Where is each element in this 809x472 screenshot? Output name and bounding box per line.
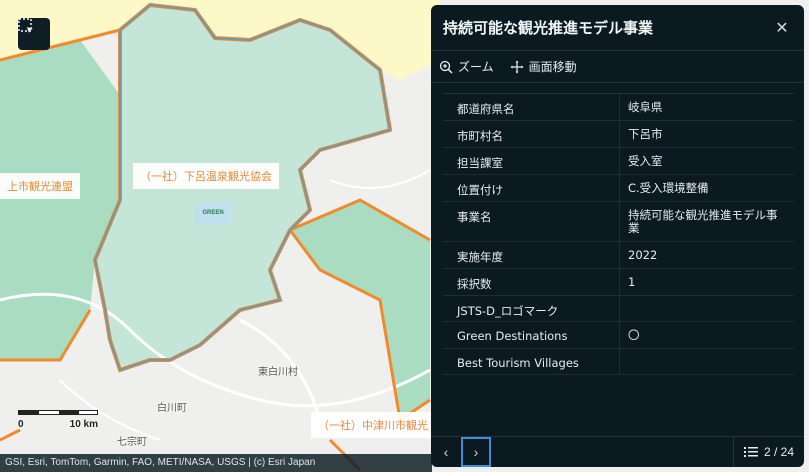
table-row: 市町村名 下呂市: [443, 121, 794, 148]
attribute-key: Green Destinations: [457, 329, 568, 343]
close-button[interactable]: ✕: [772, 18, 792, 38]
attribute-key: 市町村名: [457, 129, 503, 143]
attribute-value: 〇: [619, 322, 794, 348]
attribute-value: 1: [619, 269, 794, 295]
scale-bar: 0 10 km: [18, 410, 98, 430]
town-label: 七宗町: [117, 437, 147, 448]
table-row: 担当課室 受入室: [443, 148, 794, 175]
select-tool-button[interactable]: [18, 18, 50, 50]
table-row: 事業名 持続可能な観光推進モデル事業: [443, 202, 794, 242]
table-row: JSTS-D_ロゴマーク: [443, 296, 794, 322]
attribute-value: 2022: [619, 242, 794, 268]
logo-text: GREEN: [202, 210, 224, 216]
table-row: Best Tourism Villages: [443, 349, 794, 375]
chevron-left-icon: ‹: [443, 444, 449, 460]
map-label-org-center[interactable]: （一社）下呂温泉観光協会: [133, 163, 279, 189]
list-icon: [743, 447, 758, 457]
attribute-key: 事業名: [457, 210, 492, 224]
attribute-value: 下呂市: [619, 121, 794, 147]
pan-icon: [510, 60, 524, 73]
selection-icon: [18, 18, 33, 33]
scale-end-label: 10 km: [69, 419, 98, 430]
map-label-org-left[interactable]: 上市観光連盟: [0, 173, 80, 199]
attribute-key: 都道府県名: [457, 102, 515, 116]
pager-text: 2 / 24: [763, 445, 794, 459]
next-feature-button[interactable]: ›: [461, 437, 491, 467]
panel-actions: ズーム 画面移動: [431, 51, 804, 83]
scale-bar-graphic: [18, 410, 98, 415]
attribute-key: Best Tourism Villages: [457, 356, 579, 370]
town-label: 白川町: [157, 403, 187, 414]
attribute-key: 実施年度: [457, 250, 503, 264]
attribute-value: 受入室: [619, 148, 794, 174]
panel-header: 持続可能な観光推進モデル事業 ✕: [431, 5, 804, 51]
town-label: 東白川村: [258, 367, 298, 378]
attribute-table: 都道府県名 岐阜県 市町村名 下呂市 担当課室 受入室 位置付け C.受入環境整…: [443, 93, 794, 375]
attribute-value: C.受入環境整備: [619, 175, 794, 201]
zoom-label: ズーム: [458, 60, 494, 74]
close-icon: ✕: [775, 19, 789, 37]
attribute-value: [619, 296, 794, 321]
attribute-value: 岐阜県: [619, 94, 794, 120]
table-row: 実施年度 2022: [443, 242, 794, 269]
feature-popup-panel: 持続可能な観光推進モデル事業 ✕ ズーム 画面移動 都道府県名 岐阜県 市町村名…: [431, 5, 804, 467]
map-label-org-bottom[interactable]: （一社）中津川市観光: [311, 412, 435, 438]
pan-label: 画面移動: [528, 60, 577, 74]
table-row: 都道府県名 岐阜県: [443, 94, 794, 121]
attribute-key: 採択数: [457, 277, 492, 291]
attribute-value: 持続可能な観光推進モデル事業: [619, 202, 794, 241]
zoom-button[interactable]: ズーム: [439, 58, 494, 75]
table-row: 位置付け C.受入環境整備: [443, 175, 794, 202]
pan-button[interactable]: 画面移動: [510, 58, 577, 75]
chevron-right-icon: ›: [473, 444, 479, 460]
zoom-in-icon: [439, 60, 453, 74]
attribute-value: [619, 349, 794, 374]
panel-title: 持続可能な観光推進モデル事業: [443, 19, 654, 37]
map-attribution: GSI, Esri, TomTom, Garmin, FAO, METI/NAS…: [0, 454, 432, 472]
table-row: Green Destinations 〇: [443, 322, 794, 349]
attribute-key: 担当課室: [457, 156, 503, 170]
scale-start-label: 0: [18, 419, 24, 430]
green-destinations-logo[interactable]: GREEN: [195, 202, 231, 224]
attribute-key: 位置付け: [457, 183, 503, 197]
panel-footer: ‹ › 2 / 24: [431, 436, 804, 467]
attribute-key: JSTS-D_ロゴマーク: [457, 304, 559, 318]
previous-feature-button[interactable]: ‹: [431, 437, 461, 467]
table-row: 採択数 1: [443, 269, 794, 296]
feature-pager[interactable]: 2 / 24: [732, 437, 804, 467]
